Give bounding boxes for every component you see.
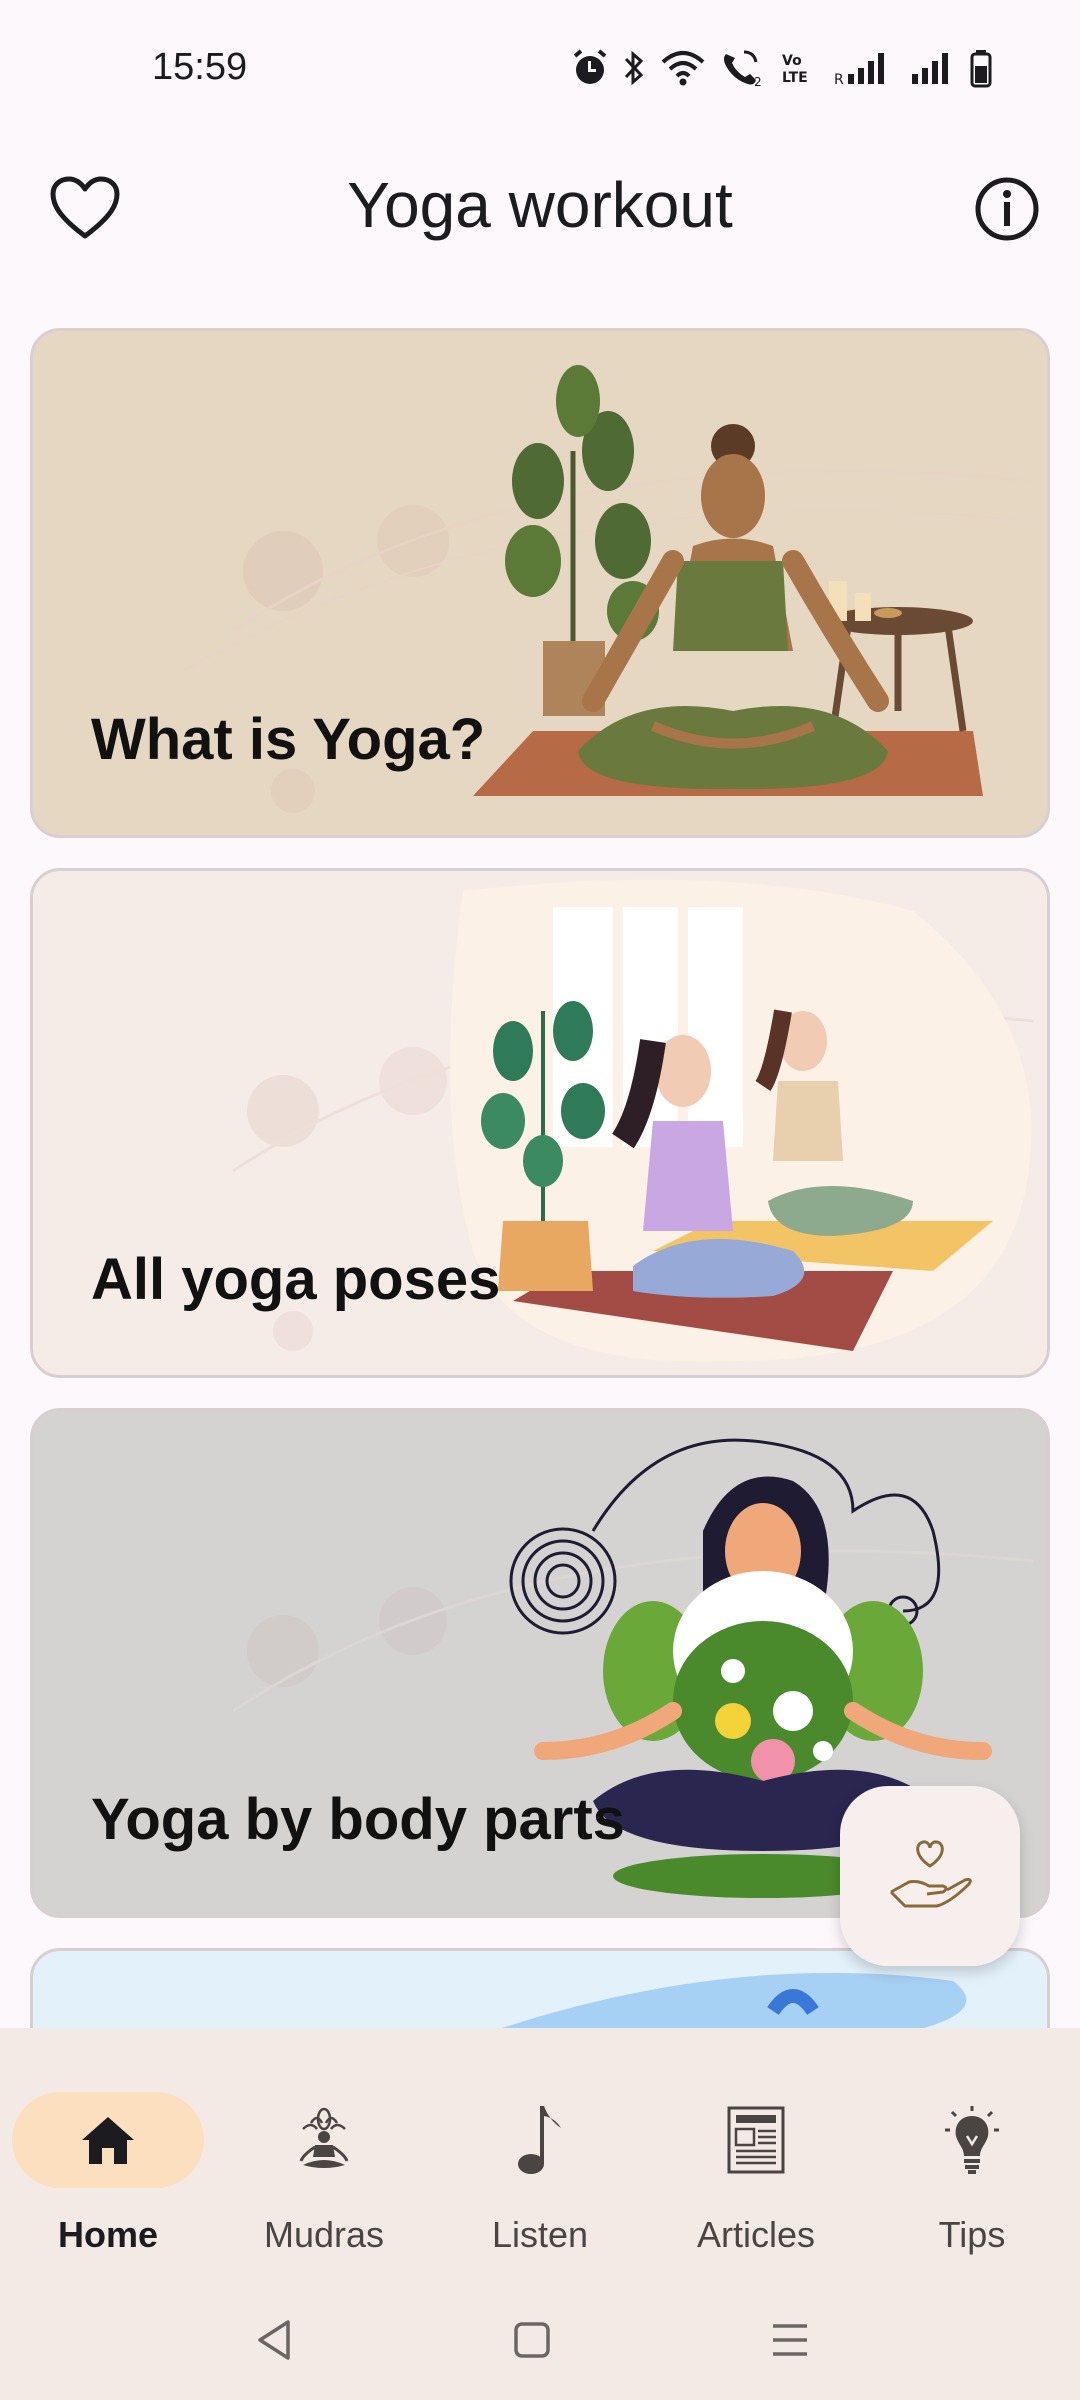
recents-button[interactable] bbox=[760, 2310, 820, 2370]
menu-icon bbox=[773, 2324, 807, 2356]
volte-icon: Vo LTE bbox=[780, 48, 820, 88]
card-all-yoga-poses[interactable]: All yoga poses bbox=[30, 868, 1050, 1378]
alarm-icon bbox=[572, 48, 608, 88]
nav-mudras[interactable]: Mudras bbox=[216, 2062, 432, 2262]
system-navigation-bar bbox=[0, 2290, 1080, 2380]
battery-icon bbox=[970, 48, 992, 88]
back-icon bbox=[258, 2320, 290, 2360]
card-what-is-yoga[interactable]: What is Yoga? bbox=[30, 328, 1050, 838]
nav-indicator bbox=[660, 2092, 852, 2188]
donate-fab-button[interactable] bbox=[840, 1786, 1020, 1966]
nav-indicator bbox=[444, 2092, 636, 2188]
nav-tips[interactable]: Tips bbox=[864, 2062, 1080, 2262]
back-button[interactable] bbox=[244, 2310, 304, 2370]
lightbulb-icon bbox=[945, 2106, 999, 2174]
nav-listen[interactable]: Listen bbox=[432, 2062, 648, 2262]
home-system-button[interactable] bbox=[502, 2310, 562, 2370]
home-square-icon bbox=[514, 2322, 550, 2358]
card-title: All yoga poses bbox=[91, 1247, 501, 1312]
nav-articles[interactable]: Articles bbox=[648, 2062, 864, 2262]
status-icons: 2 Vo LTE R bbox=[572, 46, 992, 90]
status-bar: 15:59 2 Vo LTE R bbox=[0, 0, 1080, 140]
bluetooth-icon bbox=[622, 48, 646, 88]
nav-indicator bbox=[12, 2092, 204, 2188]
svg-text:2: 2 bbox=[754, 75, 762, 88]
card-title: What is Yoga? bbox=[91, 707, 486, 772]
svg-text:LTE: LTE bbox=[782, 70, 808, 86]
signal-icon-2 bbox=[910, 48, 956, 88]
signal-icon: R bbox=[834, 48, 896, 88]
newspaper-icon bbox=[727, 2106, 785, 2174]
status-time: 15:59 bbox=[152, 46, 248, 88]
hand-heart-icon bbox=[889, 1840, 972, 1908]
nav-label: Tips bbox=[938, 2214, 1006, 2255]
info-icon bbox=[975, 177, 1039, 241]
svg-text:Vo: Vo bbox=[782, 53, 802, 69]
svg-text:R: R bbox=[834, 72, 844, 88]
nav-indicator bbox=[228, 2092, 420, 2188]
info-button[interactable] bbox=[962, 164, 1052, 254]
card-title: Yoga by body parts bbox=[91, 1787, 625, 1852]
nav-label: Articles bbox=[696, 2214, 816, 2255]
nav-label: Home bbox=[57, 2214, 159, 2255]
home-icon bbox=[82, 2117, 134, 2164]
nav-indicator bbox=[876, 2092, 1068, 2188]
music-note-icon bbox=[518, 2106, 561, 2174]
nav-home[interactable]: Home bbox=[0, 2062, 216, 2262]
wifi-icon bbox=[660, 48, 706, 88]
nav-label: Mudras bbox=[263, 2214, 385, 2255]
page-title: Yoga workout bbox=[347, 169, 733, 241]
top-app-bar: Yoga workout bbox=[0, 150, 1080, 260]
wifi-call-icon: 2 bbox=[720, 48, 766, 88]
nav-label: Listen bbox=[491, 2214, 589, 2255]
lotus-meditation-icon bbox=[299, 2107, 349, 2168]
